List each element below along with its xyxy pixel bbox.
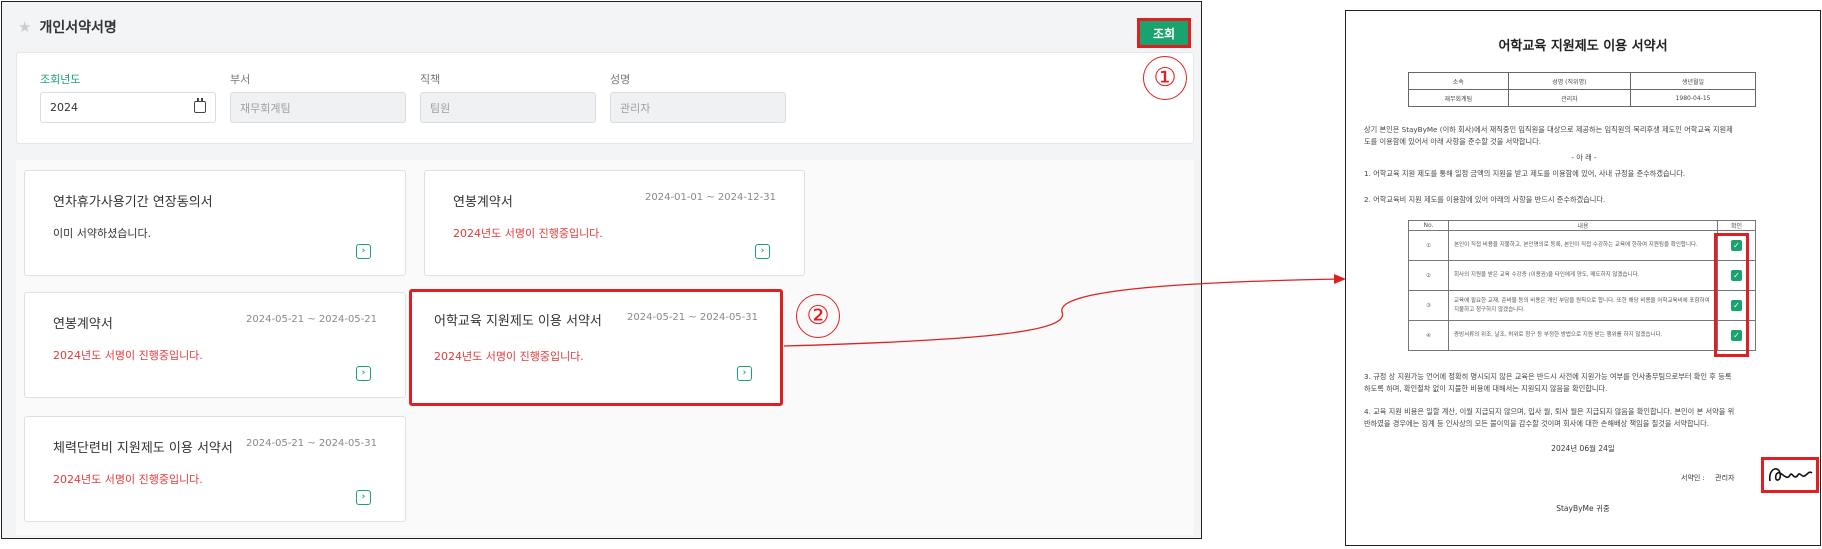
signer-info-table: 소속 성명 (직위명) 생년월일 재무회계팀 관리자 1980-04-15	[1408, 72, 1756, 107]
text-line: 3. 규정 상 지원가능 언어에 정확히 명시되지 않은 교육은 반드시 사전에…	[1364, 372, 1732, 381]
signature-highlight-box	[1761, 457, 1819, 493]
table-row: ② 회사의 지원을 받은 교육 수강증 (이용권)을 타인에게 양도, 매도하지…	[1408, 260, 1756, 291]
agree-header: 확인	[1717, 220, 1756, 231]
table-row: ④ 증빙서류의 위조, 날조, 허위로 청구 등 부정한 방법으로 지원 받는 …	[1408, 320, 1756, 351]
item-2: 2. 어학교육비 지원 제도를 이용함에 있어 아래의 사항을 반드시 준수하겠…	[1364, 195, 1606, 204]
signer-name: 관리자	[1715, 474, 1735, 482]
info-header: 소속	[1408, 72, 1509, 90]
table-row: ① 본인이 직접 비용을 지불하고, 본인명의로 등록, 본인이 직접 수강하는…	[1408, 230, 1756, 261]
item-4: 4. 교육 지원 비용은 일할 계산, 이월 지급되지 않으며, 입사 월, 퇴…	[1364, 406, 1804, 430]
info-value: 1980-04-15	[1630, 89, 1756, 107]
item-3: 3. 규정 상 지원가능 언어에 정확히 명시되지 않은 교육은 반드시 사전에…	[1364, 371, 1804, 395]
intro-paragraph: 상기 본인은 StayByMe (이하 회사)에서 재직중인 임직원을 대상으로…	[1364, 124, 1804, 148]
screenshot-root: ★ 개인서약서명 조회 조회년도 2024 부서 재무회계팀 직책 팀원 성명 …	[0, 0, 1822, 549]
row-text: 본인이 직접 비용을 지불하고, 본인명의로 등록, 본인이 직접 수강하는 교…	[1448, 230, 1718, 261]
info-header: 성명 (직위명)	[1507, 72, 1632, 90]
text-line: 4. 교육 지원 비용은 일할 계산, 이월 지급되지 않으며, 입사 월, 퇴…	[1364, 407, 1735, 416]
text-line: 반하였을 경우에는 징계 등 인사상의 모든 불이익을 감수할 것이며 회사에 …	[1364, 419, 1710, 428]
pledge-document: 어학교육 지원제도 이용 서약서 소속 성명 (직위명) 생년월일 재무회계팀 …	[1345, 10, 1821, 546]
row-number: ③	[1408, 290, 1449, 321]
info-header: 생년월일	[1630, 72, 1756, 90]
row-text: 회사의 지원을 받은 교육 수강증 (이용권)을 타인에게 양도, 매도하지 않…	[1448, 260, 1718, 291]
company-name: StayByMe 귀중	[1556, 504, 1610, 513]
row-text: 교육에 필요한 교재, 준비물 등의 비용은 개인 부담을 원칙으로 합니다. …	[1448, 290, 1718, 321]
info-value: 재무회계팀	[1408, 89, 1509, 107]
document-title: 어학교육 지원제도 이용 서약서	[1498, 39, 1668, 54]
text-line: 상기 본인은 StayByMe (이하 회사)에서 재직중인 임직원을 대상으로…	[1364, 125, 1733, 134]
row-number: ②	[1408, 260, 1449, 291]
row-text: 증빙서류의 위조, 날조, 허위로 청구 등 부정한 방법으로 지원 받는 행위…	[1448, 320, 1718, 351]
document-date: 2024년 06월 24일	[1551, 444, 1615, 453]
text-line: 하도록 하며, 확인절차 없이 지불한 비용에 대해서는 지원되지 않음을 확인…	[1364, 384, 1608, 393]
table-row: ③ 교육에 필요한 교재, 준비물 등의 비용은 개인 부담을 원칙으로 합니다…	[1408, 290, 1756, 321]
text-line: 도를 이용함에 있어서 아래 사항을 준수할 것을 서약합니다.	[1364, 137, 1541, 146]
agreement-table: No. 내용 확인 ① 본인이 직접 비용을 지불하고, 본인명의로 등록, 본…	[1408, 220, 1756, 351]
agree-header: No.	[1408, 220, 1449, 231]
info-value: 관리자	[1507, 89, 1632, 107]
item-1: 1. 어학교육 지원 제도를 통해 일정 금액의 지원을 받고 제도를 이용함에…	[1364, 169, 1686, 178]
row-number: ④	[1408, 320, 1449, 351]
row-number: ①	[1408, 230, 1449, 261]
signer-line: 서약인 : 관리자	[1681, 473, 1734, 483]
below-heading: - 아 래 -	[1571, 153, 1597, 162]
signer-label: 서약인 :	[1681, 474, 1705, 482]
agree-header: 내용	[1448, 220, 1718, 231]
checkbox-highlight-box	[1714, 233, 1749, 357]
